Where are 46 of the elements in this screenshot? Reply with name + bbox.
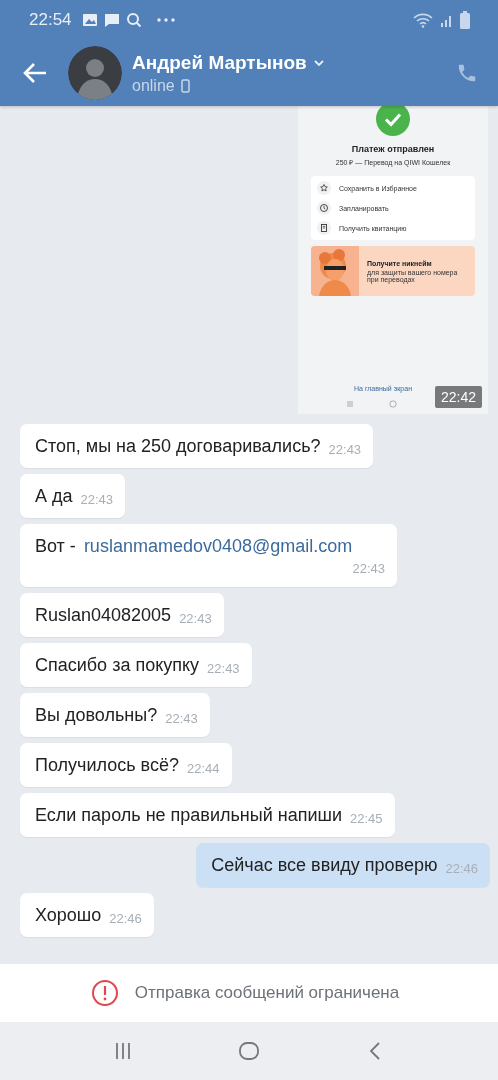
message-text: Вы довольны? — [35, 704, 158, 726]
contact-status: online — [132, 76, 175, 95]
message-text: Спасибо за покупку — [35, 654, 200, 676]
battery-icon — [460, 11, 470, 29]
message-text: Вот - — [35, 535, 76, 557]
message-time: 22:43 — [80, 491, 114, 507]
message-text: Стоп, мы на 250 договаривались? — [35, 435, 321, 457]
star-icon — [317, 181, 331, 195]
message-time: 22:43 — [328, 441, 362, 457]
search-icon — [125, 12, 142, 28]
avatar[interactable] — [68, 46, 122, 100]
message-time: 22:42 — [434, 386, 482, 408]
message-text: А да — [35, 485, 73, 507]
home-icon[interactable] — [238, 1040, 260, 1062]
message-text: Получилось всё? — [35, 754, 179, 776]
message-text: Если пароль не правильный напиши — [35, 804, 343, 826]
message-time: 22:46 — [109, 910, 142, 926]
call-icon[interactable] — [456, 62, 478, 84]
message-time: 22:46 — [445, 860, 478, 876]
clock-icon — [317, 201, 331, 215]
restriction-notice: Отправка сообщений ограничена — [134, 983, 400, 1003]
wifi-icon — [412, 12, 434, 28]
message-time: 22:43 — [207, 660, 240, 676]
message-time: 22:43 — [352, 560, 385, 576]
message-time: 22:45 — [350, 810, 383, 826]
chevron-down-icon[interactable] — [312, 58, 325, 67]
payment-title: Платеж отправлен — [351, 144, 435, 154]
message-text: Хорошо — [35, 904, 102, 926]
email-link[interactable]: ruslanmamedov0408@gmail.com — [83, 535, 353, 557]
image-icon — [81, 13, 98, 27]
receipt-icon — [317, 221, 331, 235]
home-icon — [389, 400, 397, 408]
check-icon — [376, 106, 410, 136]
warning-icon — [90, 979, 119, 1007]
message-text: Сейчас все ввиду проверю — [211, 854, 438, 876]
status-time: 22:54 — [29, 10, 72, 30]
more-icon — [155, 17, 176, 23]
message-text: Ruslan04082005 — [35, 604, 172, 626]
contact-name[interactable]: Андрей Мартынов — [132, 51, 307, 74]
message-time: 22:44 — [186, 760, 220, 776]
back-icon[interactable] — [22, 62, 48, 84]
message-icon — [103, 12, 120, 28]
signal-icon — [440, 13, 454, 27]
message-time: 22:43 — [165, 710, 198, 726]
message-time: 22:43 — [179, 610, 212, 626]
phone-device-icon — [180, 78, 190, 93]
